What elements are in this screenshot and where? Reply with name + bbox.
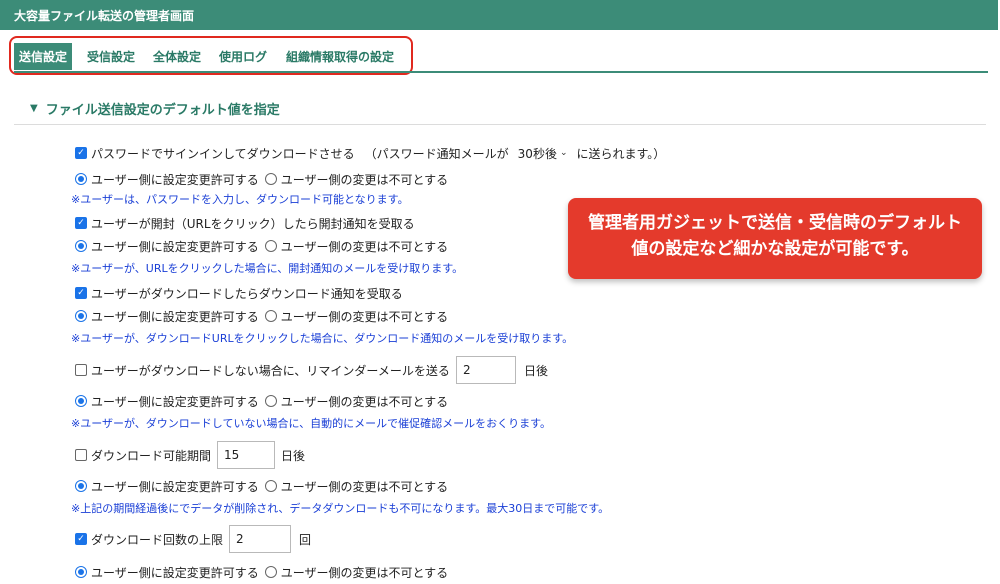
tab-send-settings[interactable]: 送信設定 <box>14 43 73 70</box>
allow-label: ユーザー側に設定変更許可する <box>91 239 259 254</box>
deny-label: ユーザー側の変更は不可とする <box>280 309 449 324</box>
limit-count-input[interactable] <box>229 525 292 553</box>
period-label: ダウンロード可能期間 <box>91 448 212 463</box>
reminder-checkbox[interactable] <box>75 364 87 376</box>
deny-label: ユーザー側の変更は不可とする <box>280 239 449 254</box>
caret-down-icon: ▼ <box>30 102 38 114</box>
reminder-label: ユーザーがダウンロードしない場合に、リマインダーメールを送る <box>91 363 450 378</box>
tab-general-settings[interactable]: 全体設定 <box>153 43 201 70</box>
password-signin-note: ※ユーザーは、パスワードを入力し、ダウンロード可能となります。 <box>71 193 409 206</box>
period-deny-radio[interactable] <box>264 480 277 492</box>
deny-label: ユーザー側の変更は不可とする <box>280 394 449 409</box>
open-notify-checkbox[interactable]: ✓ <box>75 217 87 229</box>
open-notify-label: ユーザーが開封（URLをクリック）したら開封通知を受取る <box>91 216 415 231</box>
period-permission-row: ユーザー側に設定変更許可する ユーザー側の変更は不可とする <box>75 477 448 495</box>
download-notify-allow-radio[interactable] <box>75 310 87 322</box>
allow-label: ユーザー側に設定変更許可する <box>91 565 259 580</box>
limit-permission-row: ユーザー側に設定変更許可する ユーザー側の変更は不可とする <box>75 563 448 581</box>
password-notice-delay-value: 30秒後 <box>517 146 557 161</box>
download-notify-note: ※ユーザーが、ダウンロードURLをクリックした場合に、ダウンロード通知のメールを… <box>71 332 574 345</box>
reminder-unit: 日後 <box>523 363 548 378</box>
password-notice-prefix: （パスワード通知メールが <box>364 146 509 161</box>
deny-label: ユーザー側の変更は不可とする <box>280 172 449 187</box>
tab-receive-settings[interactable]: 受信設定 <box>87 43 135 70</box>
limit-checkbox[interactable]: ✓ <box>75 533 87 545</box>
reminder-row: ユーザーがダウンロードしない場合に、リマインダーメールを送る 日後 <box>75 356 548 384</box>
limit-row: ✓ ダウンロード回数の上限 回 <box>75 525 311 553</box>
deny-label: ユーザー側の変更は不可とする <box>280 479 449 494</box>
period-checkbox[interactable] <box>75 449 87 461</box>
reminder-permission-row: ユーザー側に設定変更許可する ユーザー側の変更は不可とする <box>75 392 448 410</box>
password-signin-deny-radio[interactable] <box>264 173 277 185</box>
tab-org-info-settings[interactable]: 組織情報取得の設定 <box>286 43 394 70</box>
window-title: 大容量ファイル転送の管理者画面 <box>0 0 998 30</box>
password-signin-label: パスワードでサインインしてダウンロードさせる <box>91 146 355 161</box>
period-unit: 日後 <box>281 448 306 463</box>
allow-label: ユーザー側に設定変更許可する <box>91 479 259 494</box>
password-signin-row: ✓ パスワードでサインインしてダウンロードさせる （パスワード通知メールが 30… <box>75 144 665 162</box>
period-days-input[interactable] <box>217 441 276 469</box>
password-signin-checkbox[interactable]: ✓ <box>75 147 87 159</box>
allow-label: ユーザー側に設定変更許可する <box>91 172 259 187</box>
open-notify-row: ✓ ユーザーが開封（URLをクリック）したら開封通知を受取る <box>75 214 415 232</box>
period-row: ダウンロード可能期間 日後 <box>75 441 305 469</box>
download-notify-row: ✓ ユーザーがダウンロードしたらダウンロード通知を受取る <box>75 284 403 302</box>
section-title: ファイル送信設定のデフォルト値を指定 <box>45 102 280 118</box>
section-header[interactable]: ▼ ファイル送信設定のデフォルト値を指定 <box>30 99 280 118</box>
password-signin-permission-row: ユーザー側に設定変更許可する ユーザー側の変更は不可とする <box>75 170 448 188</box>
reminder-allow-radio[interactable] <box>75 395 87 407</box>
limit-unit: 回 <box>299 532 312 547</box>
password-notice-delay-select[interactable]: 30秒後 ⌄ <box>515 144 571 163</box>
limit-label: ダウンロード回数の上限 <box>91 532 224 547</box>
limit-allow-radio[interactable] <box>75 566 87 578</box>
reminder-deny-radio[interactable] <box>264 395 277 407</box>
password-notice-suffix: に送られます。） <box>576 146 666 161</box>
open-notify-deny-radio[interactable] <box>264 240 277 252</box>
reminder-days-input[interactable] <box>455 356 516 384</box>
period-allow-radio[interactable] <box>75 480 87 492</box>
deny-label: ユーザー側の変更は不可とする <box>280 565 449 580</box>
download-notify-label: ユーザーがダウンロードしたらダウンロード通知を受取る <box>91 286 403 301</box>
open-notify-permission-row: ユーザー側に設定変更許可する ユーザー側の変更は不可とする <box>75 237 448 255</box>
password-signin-allow-radio[interactable] <box>75 173 87 185</box>
section-divider <box>14 124 986 125</box>
period-note: ※上記の期間経過後にでデータが削除され、データダウンロードも不可になります。最大… <box>71 502 610 515</box>
chevron-down-icon: ⌄ <box>559 148 568 158</box>
tab-usage-log[interactable]: 使用ログ <box>219 43 267 70</box>
limit-deny-radio[interactable] <box>264 566 277 578</box>
reminder-note: ※ユーザーが、ダウンロードしていない場合に、自動的にメールで催促確認メールをおく… <box>71 417 552 430</box>
feature-callout: 管理者用ガジェットで送信・受信時のデフォルト値の設定など細かな設定が可能です。 <box>568 198 982 279</box>
download-notify-checkbox[interactable]: ✓ <box>75 287 87 299</box>
download-notify-permission-row: ユーザー側に設定変更許可する ユーザー側の変更は不可とする <box>75 307 448 325</box>
allow-label: ユーザー側に設定変更許可する <box>91 394 259 409</box>
open-notify-note: ※ユーザーが、URLをクリックした場合に、開封通知のメールを受け取ります。 <box>71 262 464 275</box>
download-notify-deny-radio[interactable] <box>264 310 277 322</box>
tabs-underline <box>14 71 988 73</box>
allow-label: ユーザー側に設定変更許可する <box>91 309 259 324</box>
open-notify-allow-radio[interactable] <box>75 240 87 252</box>
